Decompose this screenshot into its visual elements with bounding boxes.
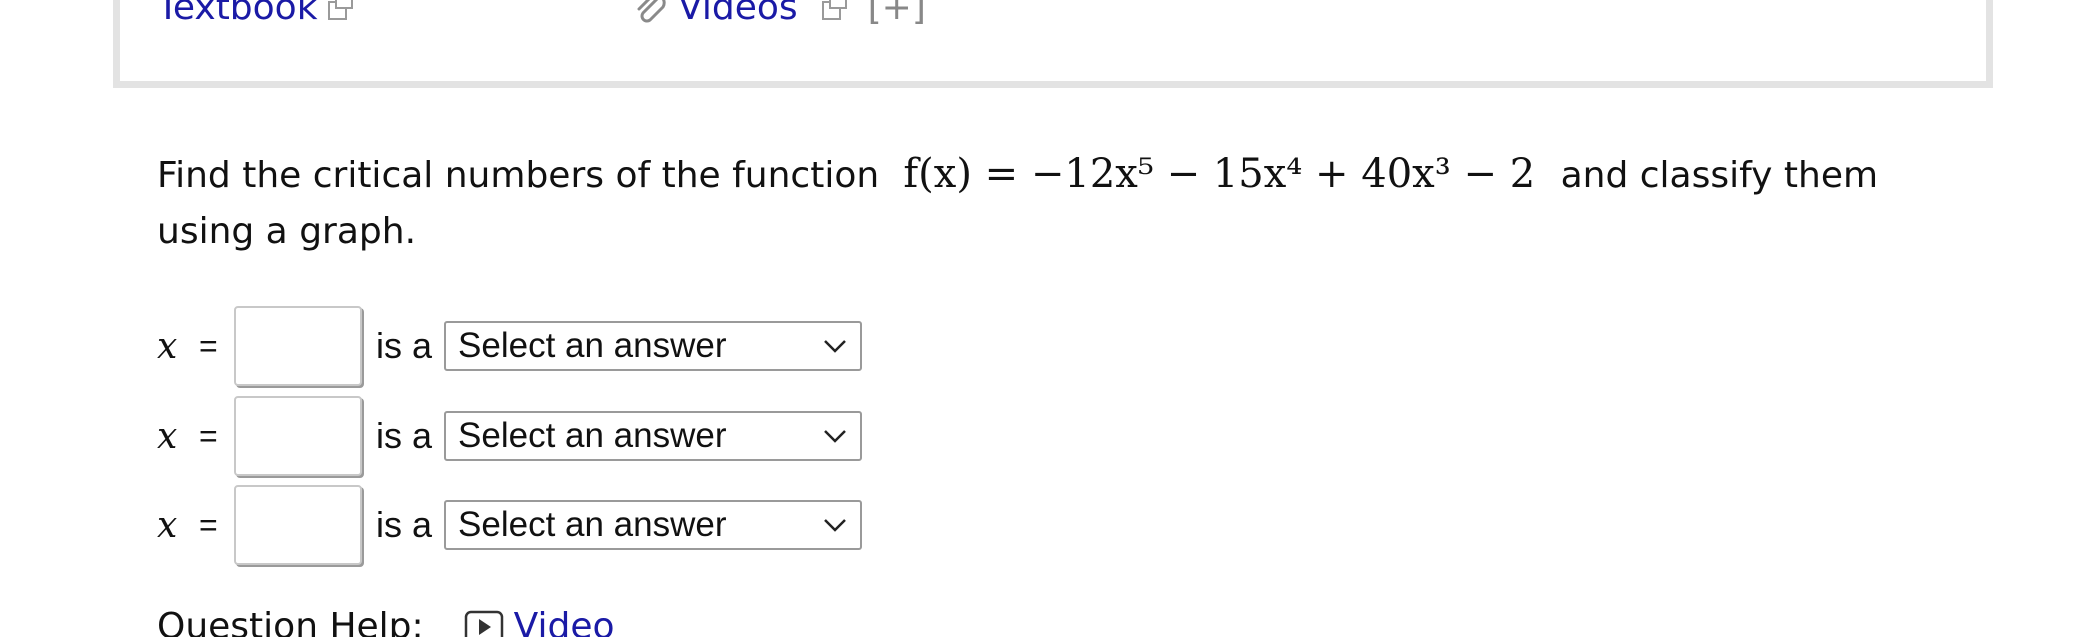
equals-sign: =: [199, 327, 218, 364]
paperclip-icon: [637, 0, 666, 23]
external-link-icon: [327, 0, 353, 20]
answer-row: x = is a Select an answer: [157, 393, 863, 479]
videos-label: Videos: [678, 0, 798, 28]
textbook-label: Textbook: [157, 0, 318, 28]
function-rhs: = −12x⁵ − 15x⁴ + 40x³ − 2: [984, 151, 1536, 197]
function-lhs: f(x): [903, 151, 972, 197]
classification-select-1[interactable]: Select an answer: [444, 321, 863, 371]
variable-label: x: [157, 415, 178, 457]
play-icon: [464, 610, 503, 637]
equals-sign: =: [199, 506, 218, 543]
expand-button[interactable]: [+]: [868, 0, 926, 30]
videos-link[interactable]: Videos [+]: [630, 0, 926, 30]
page: Textbook Videos [+] Find the critical nu…: [0, 0, 2077, 637]
variable-label: x: [157, 325, 178, 367]
select-value: Select an answer: [458, 326, 727, 365]
help-video-label: Video: [513, 606, 615, 637]
question-help: Question Help: Video: [157, 606, 615, 637]
classification-select-3[interactable]: Select an answer: [444, 500, 863, 550]
variable-label: x: [157, 504, 178, 546]
answer-row: x = is a Select an answer: [157, 303, 863, 389]
critical-number-input-3[interactable]: [234, 485, 362, 565]
equals-sign: =: [199, 417, 218, 454]
select-value: Select an answer: [458, 416, 727, 455]
classification-select-2[interactable]: Select an answer: [444, 411, 863, 461]
textbook-link[interactable]: Textbook: [157, 0, 356, 30]
select-value: Select an answer: [458, 505, 727, 544]
connector-text: is a: [376, 504, 433, 545]
critical-number-input-2[interactable]: [234, 396, 362, 476]
chevron-down-icon: [824, 340, 846, 353]
critical-number-input-1[interactable]: [234, 306, 362, 386]
answer-row: x = is a Select an answer: [157, 482, 863, 568]
question-intro: Find the critical numbers of the functio…: [157, 155, 880, 196]
chevron-down-icon: [824, 519, 846, 532]
resources-panel: Textbook Videos [+]: [113, 0, 1993, 88]
help-video-link[interactable]: Video: [464, 606, 615, 637]
external-link-icon: [821, 0, 847, 20]
function-expression: f(x) = −12x⁵ − 15x⁴ + 40x³ − 2: [891, 151, 1561, 197]
connector-text: is a: [376, 325, 433, 366]
question-help-label: Question Help:: [157, 606, 424, 637]
connector-text: is a: [376, 415, 433, 456]
question-text: Find the critical numbers of the functio…: [157, 146, 1977, 260]
chevron-down-icon: [824, 430, 846, 443]
